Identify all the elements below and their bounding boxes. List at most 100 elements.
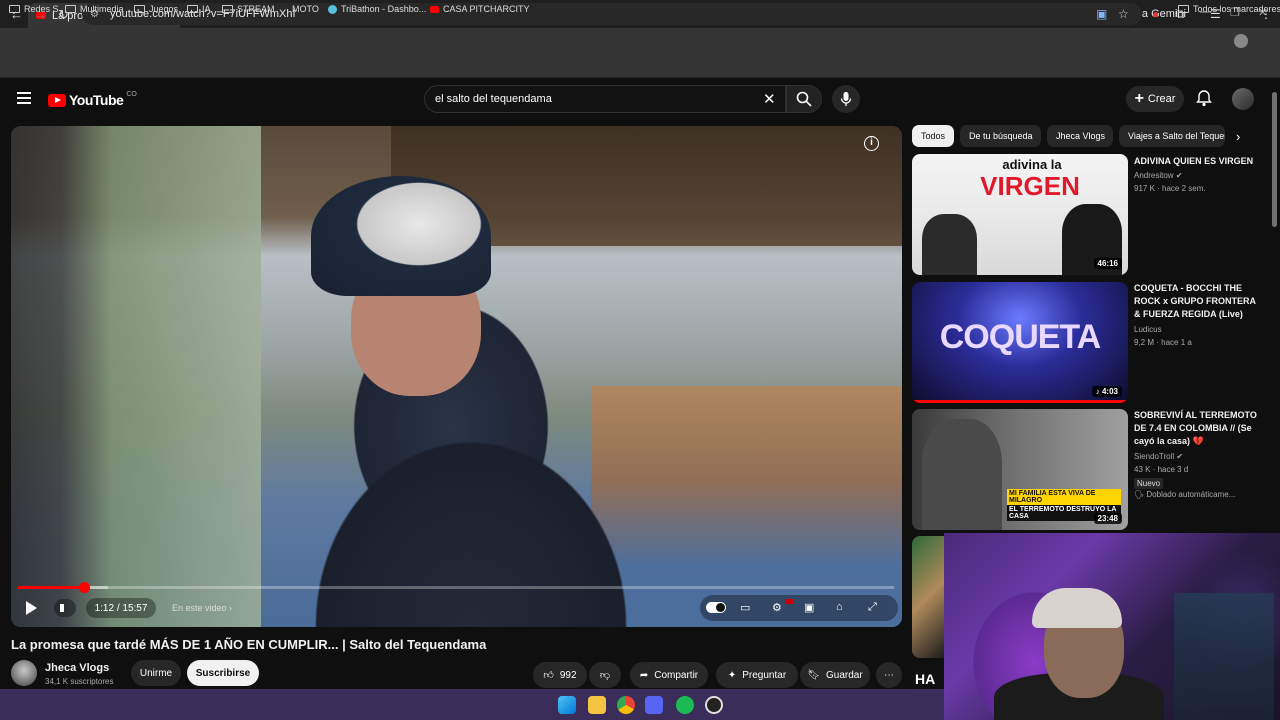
folder-icon (222, 5, 233, 13)
hamburger-menu-icon[interactable] (17, 92, 31, 104)
save-button[interactable]: 🔖︎ Guardar (800, 662, 870, 688)
search-button[interactable] (786, 85, 822, 113)
search-input[interactable]: el salto del tequendama (424, 85, 786, 113)
file-explorer-icon[interactable] (588, 696, 606, 714)
more-actions-icon[interactable]: ⋯ (876, 662, 902, 688)
share-button[interactable]: ➦ Compartir (630, 662, 708, 688)
video-frame-window-area (11, 126, 261, 627)
youtube-logo[interactable]: YouTube CO (48, 90, 137, 108)
like-button[interactable]: 👍︎ 992 (533, 662, 587, 688)
spotify-icon[interactable] (676, 696, 694, 714)
chip-related-topic[interactable]: Viajes a Salto del Tequendama (1119, 125, 1225, 147)
autoplay-toggle[interactable] (706, 602, 726, 613)
dislike-button[interactable]: 👎︎ (589, 662, 621, 688)
related-channel[interactable]: Ludicus (1134, 325, 1162, 334)
create-button[interactable]: + Crear (1126, 86, 1184, 112)
chapter-button[interactable]: En este video › (172, 603, 232, 613)
chevron-right-icon[interactable]: › (1236, 129, 1240, 144)
miniplayer-icon[interactable]: ▣ (804, 601, 814, 614)
related-meta: 917 K · hace 2 sem. (1134, 184, 1206, 193)
windows-taskbar (0, 689, 944, 720)
windows-start-icon[interactable] (558, 696, 576, 714)
bookmark-icon: 🔖︎ (807, 669, 820, 681)
folder-icon (9, 5, 20, 13)
progress-scrubber-handle[interactable] (78, 582, 90, 593)
related-meta: 9,2 M · hace 1 a (1134, 338, 1192, 347)
subtitles-icon[interactable]: ▭ (740, 601, 750, 614)
youtube-wordmark: YouTube (69, 92, 124, 108)
hd-badge-icon (785, 599, 793, 604)
video-progress-bar[interactable] (18, 582, 894, 593)
webcam-pc-case (1174, 593, 1274, 720)
video-player[interactable] (11, 126, 902, 627)
verified-icon: ✔ (1176, 452, 1184, 461)
duration-badge: 23:48 (1093, 513, 1122, 524)
cast-icon[interactable]: ⌂ (836, 601, 843, 613)
chip-all[interactable]: Todos (912, 125, 954, 147)
account-avatar[interactable] (1232, 88, 1254, 110)
bookmark-moto[interactable]: MOTO (280, 4, 319, 14)
sparkle-icon: ✦ (727, 669, 737, 681)
chip-from-search[interactable]: De tu búsqueda (960, 125, 1041, 147)
related-title[interactable]: SOBREVIVÍ AL TERREMOTO DE 7.4 EN COLOMBI… (1134, 409, 1264, 448)
voice-search-button[interactable] (832, 85, 860, 113)
search-query-text: el salto del tequendama (435, 93, 552, 105)
related-channel[interactable]: SiendoTroll ✔ (1134, 452, 1183, 461)
related-meta: 43 K · hace 3 d (1134, 465, 1189, 474)
create-label: Crear (1147, 93, 1176, 105)
chip-channel[interactable]: Jheca Vlogs (1047, 125, 1113, 147)
related-thumbnail[interactable]: MI FAMILIA ESTA VIVA DE MILAGRO EL TERRE… (912, 409, 1128, 530)
channel-name[interactable]: Jheca Vlogs (45, 662, 109, 674)
bookmark-folder-stream[interactable]: STREAM (222, 4, 275, 14)
obs-icon[interactable] (705, 696, 723, 714)
settings-gear-icon[interactable]: ⚙ (772, 601, 782, 614)
verified-icon: ✔ (1175, 171, 1183, 180)
subscribe-button[interactable]: Suscribirse (187, 660, 259, 686)
related-channel[interactable]: Andresitow ✔ (1134, 171, 1183, 180)
plus-icon: + (1134, 90, 1144, 107)
bookmark-casa-pitcharcity[interactable]: CASA PITCHARCITY (430, 4, 530, 14)
page-scrollbar[interactable] (1272, 92, 1277, 227)
thumbs-up-icon: 👍︎ (543, 670, 554, 681)
clear-search-icon[interactable]: ✕ (763, 90, 776, 108)
related-thumbnail[interactable]: COQUETA ♪ 4:03 (912, 282, 1128, 403)
bookmark-folder-juegos[interactable]: Juegos (134, 4, 178, 14)
bookmark-star-icon[interactable]: ☆ (1118, 7, 1129, 21)
volume-icon[interactable] (54, 599, 76, 617)
youtube-favicon-icon (430, 5, 439, 13)
country-code: CO (126, 90, 137, 98)
bookmark-folder-redes[interactable]: Redes S (9, 4, 59, 14)
bookmark-folder-multimedia[interactable]: Multimedia (65, 4, 124, 14)
related-thumbnail[interactable]: adivina la VIRGEN 46:16 (912, 154, 1128, 275)
chrome-icon[interactable] (617, 696, 635, 714)
bookmarks-bar (0, 56, 1280, 78)
play-button-icon[interactable] (26, 601, 37, 615)
notifications-bell-icon[interactable] (1196, 90, 1212, 112)
video-frame-cap (311, 176, 491, 296)
related-title[interactable]: ADIVINA QUIEN ES VIRGEN (1134, 155, 1264, 168)
folder-icon (187, 5, 198, 13)
join-button[interactable]: Unirme (131, 660, 181, 686)
bookmark-tribathon[interactable]: TriBathon - Dashbo... (328, 4, 426, 14)
video-title: La promesa que tardé MÁS DE 1 AÑO EN CUM… (11, 637, 487, 652)
profile-avatar[interactable] (1234, 34, 1248, 48)
youtube-play-logo-icon (48, 93, 66, 107)
translate-icon[interactable]: ▣ (1096, 7, 1107, 21)
progress-played (18, 586, 84, 589)
bookmark-folder-ia[interactable]: IA (187, 4, 211, 14)
streamer-webcam-overlay (944, 533, 1280, 720)
related-thumbnail-partial[interactable] (912, 536, 944, 658)
ask-button[interactable]: ✦ Preguntar (716, 662, 798, 688)
share-arrow-icon: ➦ (639, 669, 649, 681)
moto-favicon-icon (280, 5, 288, 13)
discord-icon[interactable] (645, 696, 663, 714)
extension-red-icon[interactable]: ● (1152, 7, 1159, 21)
all-bookmarks-folder[interactable]: Todos los marcadores (1178, 4, 1280, 14)
thumbs-down-icon: 👎︎ (599, 670, 611, 681)
video-info-icon[interactable]: i (864, 136, 879, 151)
webcam-person-cap (1032, 588, 1122, 628)
tribathon-favicon-icon (328, 4, 337, 14)
related-title[interactable]: COQUETA - BOCCHI THE ROCK x GRUPO FRONTE… (1134, 282, 1264, 321)
channel-avatar[interactable] (11, 660, 37, 686)
fullscreen-icon[interactable]: ⤢ (868, 601, 877, 614)
